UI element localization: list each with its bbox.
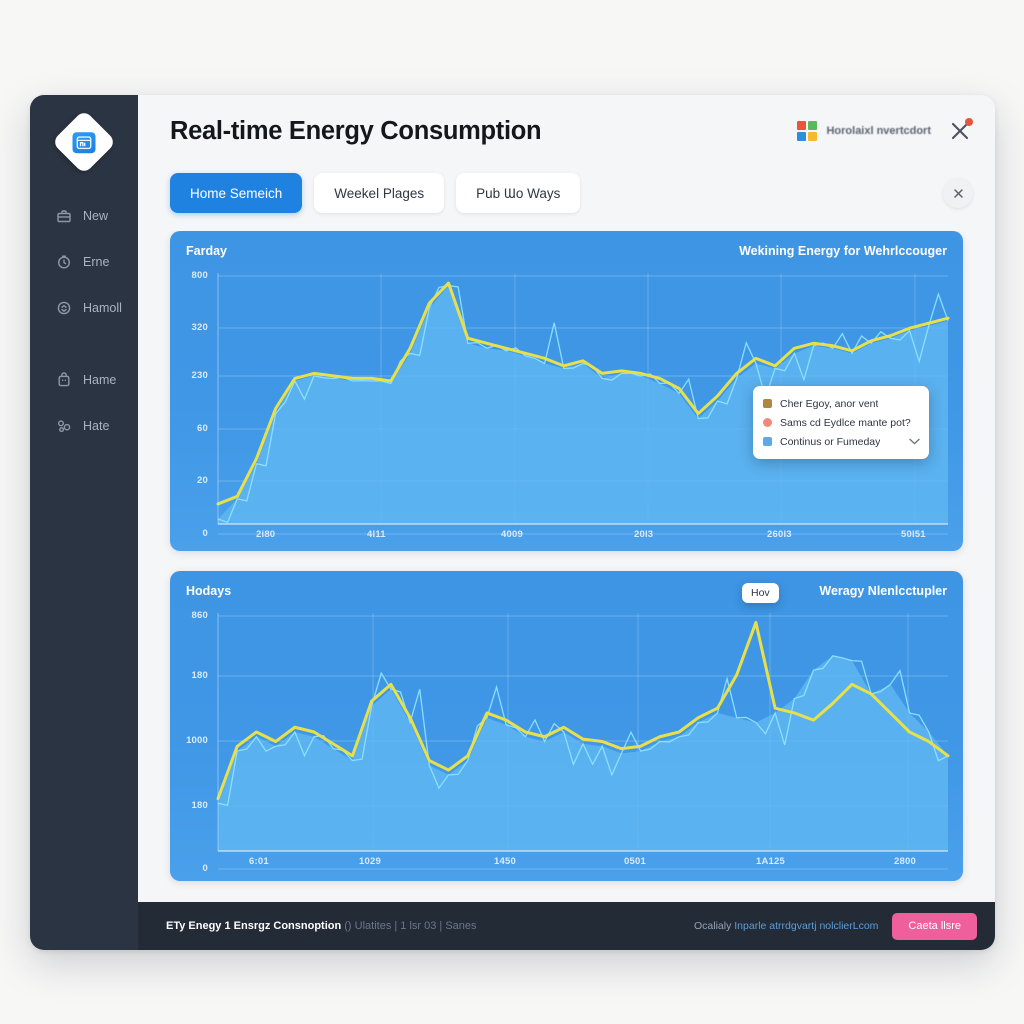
chart-card-farday[interactable]: Farday Wekining Energy for Wehrlccouger … bbox=[170, 231, 963, 551]
cta-button[interactable]: Caeta llsre bbox=[892, 912, 977, 940]
sidebar-item-label: New bbox=[83, 209, 109, 223]
charts-scroll-area[interactable]: Farday Wekining Energy for Wehrlccouger … bbox=[138, 231, 995, 950]
legend-label: Continus or Fumeday bbox=[780, 435, 881, 448]
app-window: New Erne Hamoll Hame Hate Real-time Ener… bbox=[30, 95, 995, 950]
chart-hover-tooltip: Hov bbox=[742, 583, 779, 603]
legend-label: Sams cd Eydlce mante pot? bbox=[780, 416, 911, 429]
tab-weekel-plages[interactable]: Weekel Plages bbox=[314, 173, 445, 213]
close-icon[interactable] bbox=[943, 178, 973, 208]
legend-swatch bbox=[763, 437, 772, 446]
sidebar-item-label: Hame bbox=[83, 373, 117, 387]
sidebar-item-label: Hate bbox=[83, 419, 110, 433]
legend-swatch bbox=[763, 399, 772, 408]
footer-actions: Ocalialy Inparle atrrdgvartj nolclierLco… bbox=[694, 912, 977, 940]
app-logo-icon[interactable] bbox=[51, 109, 117, 175]
chart-header: Farday Wekining Energy for Wehrlccouger bbox=[170, 231, 963, 271]
bag-icon bbox=[56, 372, 72, 388]
notification-badge bbox=[965, 118, 973, 126]
sidebar-divider-space bbox=[30, 337, 138, 363]
chart-header: Hodays Weragy Nlenlcctupler bbox=[170, 571, 963, 611]
chart-title: Farday bbox=[186, 244, 227, 258]
tab-pub-uo-ways[interactable]: Pub Ɯo Ways bbox=[456, 173, 581, 213]
legend-label: Cher Egoy, anor vent bbox=[780, 397, 879, 410]
footer-link-prefix: Ocalialy bbox=[693, 920, 732, 932]
clock-icon bbox=[56, 254, 72, 270]
share-nodes-icon bbox=[56, 418, 72, 434]
sidebar-item-label: Hamoll bbox=[83, 301, 122, 315]
legend-row[interactable]: Continus or Fumeday bbox=[763, 432, 919, 451]
page-title: Real-time Energy Consumption bbox=[170, 116, 542, 145]
legend-swatch bbox=[763, 418, 772, 427]
footer-bar: ETy Enegy 1 Ensrgz Consnoption () Ulatit… bbox=[138, 902, 995, 950]
sidebar-item-hate[interactable]: Hate bbox=[30, 409, 138, 443]
sidebar-item-new[interactable]: New bbox=[30, 199, 138, 233]
tab-bar: Home Semeich Weekel Plages Pub Ɯo Ways bbox=[138, 167, 995, 231]
brand-chip[interactable]: Horolaixl nvertcdort bbox=[797, 121, 931, 141]
four-color-grid-icon bbox=[797, 121, 818, 141]
footer-status-text: ETy Enegy 1 Ensrgz Consnoption () Ulatit… bbox=[166, 920, 477, 932]
footer-meta: () Ulatites | 1 lsr 03 | Sanes bbox=[344, 920, 477, 932]
sidebar-item-label: Erne bbox=[83, 255, 110, 269]
briefcase-icon bbox=[56, 208, 72, 224]
chart-subtitle: Wekining Energy for Wehrlccouger bbox=[739, 244, 947, 258]
topbar: Real-time Energy Consumption Horolaixl n… bbox=[138, 95, 995, 167]
chevron-down-icon[interactable] bbox=[909, 432, 920, 450]
chart-legend-popup[interactable]: Cher Egoy, anor vent Sams cd Eydlce mant… bbox=[753, 386, 929, 459]
sidebar: New Erne Hamoll Hame Hate bbox=[30, 95, 138, 950]
refresh-circle-icon bbox=[56, 300, 72, 316]
legend-row[interactable]: Sams cd Eydlce mante pot? bbox=[763, 413, 919, 432]
footer-link-text: Inparle atrrdgvartj nolclierLcom bbox=[734, 920, 879, 932]
chart-card-hodays[interactable]: Hodays Weragy Nlenlcctupler 860 180 1000 18… bbox=[170, 571, 963, 881]
tab-label: Weekel Plages bbox=[334, 185, 425, 201]
sidebar-item-erne[interactable]: Erne bbox=[30, 245, 138, 279]
tab-home-semeich[interactable]: Home Semeich bbox=[170, 173, 303, 213]
tab-label: Pub Ɯo Ways bbox=[476, 185, 561, 201]
topbar-right-group: Horolaixl nvertcdort bbox=[797, 118, 973, 144]
main-content: Real-time Energy Consumption Horolaixl n… bbox=[138, 95, 995, 950]
chart-plot-area bbox=[170, 571, 963, 881]
sidebar-item-hamoll[interactable]: Hamoll bbox=[30, 291, 138, 325]
tab-label: Home Semeich bbox=[190, 185, 283, 201]
close-x-icon[interactable] bbox=[947, 118, 973, 144]
legend-row[interactable]: Cher Egoy, anor vent bbox=[763, 394, 919, 413]
footer-title: ETy Enegy 1 Ensrgz Consnoption bbox=[166, 920, 342, 932]
chart-title: Hodays bbox=[186, 584, 232, 598]
chart-subtitle: Weragy Nlenlcctupler bbox=[819, 584, 947, 598]
brand-label: Horolaixl nvertcdort bbox=[826, 125, 931, 137]
sidebar-item-hame[interactable]: Hame bbox=[30, 363, 138, 397]
footer-link[interactable]: Ocalialy Inparle atrrdgvartj nolclierLco… bbox=[694, 920, 878, 932]
app-logo-inner-icon bbox=[72, 131, 96, 153]
